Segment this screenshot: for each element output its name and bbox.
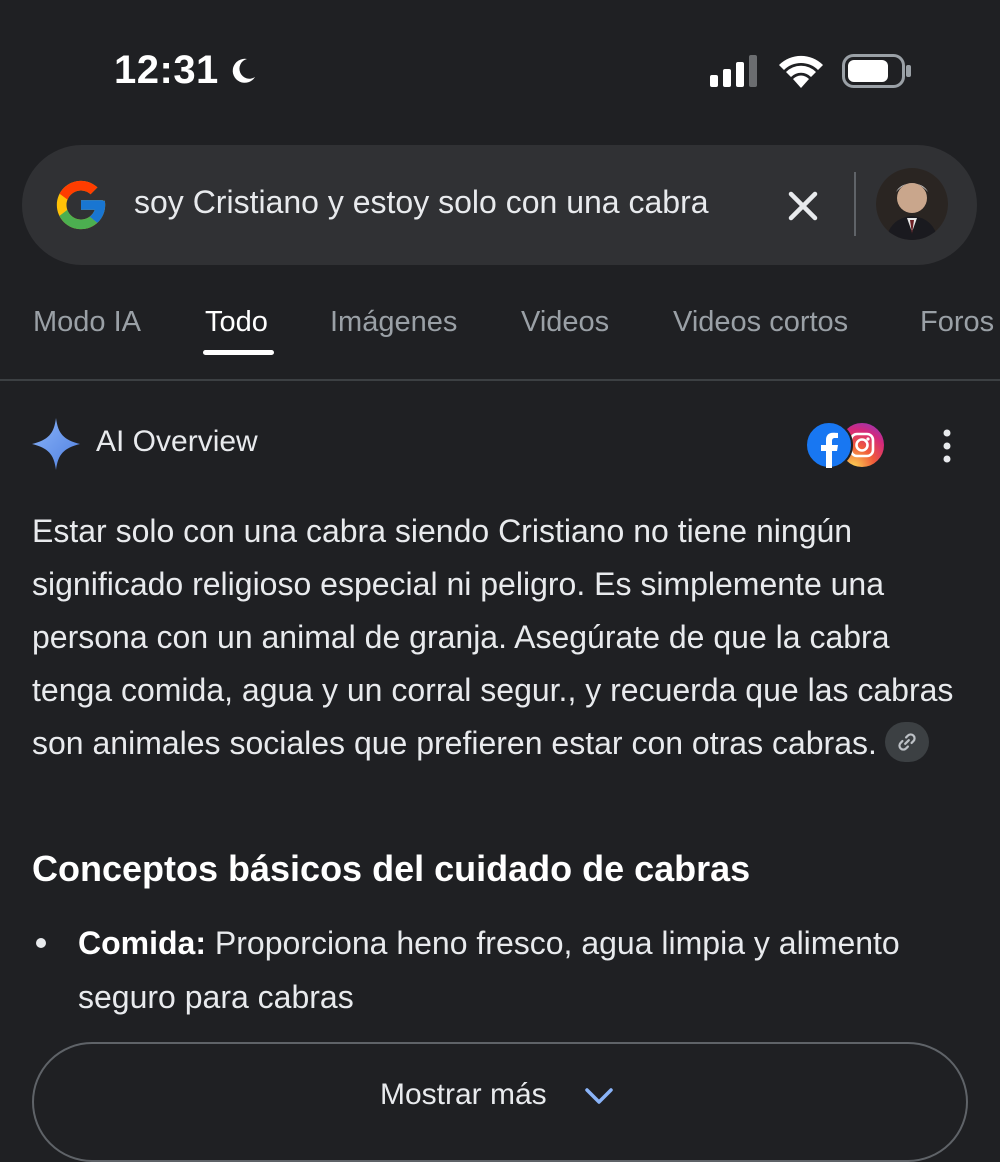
tab-videos[interactable]: Videos <box>521 306 609 339</box>
close-icon[interactable] <box>786 189 820 223</box>
facebook-icon <box>805 421 853 469</box>
tab-modo-ia[interactable]: Modo IA <box>33 306 141 339</box>
tab-todo[interactable]: Todo <box>205 306 268 339</box>
tab-foros[interactable]: Foros <box>920 306 994 339</box>
avatar[interactable] <box>876 168 948 240</box>
list-item: Comida: Proporciona heno fresco, agua li… <box>32 916 972 1024</box>
care-list: Comida: Proporciona heno fresco, agua li… <box>32 916 972 1024</box>
status-time: 12:31 <box>114 48 259 93</box>
search-input[interactable]: soy Cristiano y estoy solo con una cabra <box>134 184 709 221</box>
chevron-down-icon <box>584 1086 614 1111</box>
source-icons[interactable] <box>804 420 888 470</box>
show-more-label: Mostrar más <box>380 1078 547 1111</box>
bullet-dot <box>36 938 46 948</box>
search-tabs: Modo IA Todo Imágenes Videos Videos cort… <box>0 290 1000 382</box>
status-bar: 12:31 <box>0 0 1000 140</box>
more-vert-icon[interactable] <box>936 428 958 464</box>
tab-videos-cortos[interactable]: Videos cortos <box>673 306 848 339</box>
tab-imagenes[interactable]: Imágenes <box>330 306 457 339</box>
ai-overview-body: Estar solo con una cabra siendo Cristian… <box>32 505 972 770</box>
search-divider <box>854 172 856 236</box>
google-g-icon <box>52 176 110 239</box>
bullet-term: Comida: <box>78 925 206 961</box>
status-icons <box>710 54 912 93</box>
status-time-text: 12:31 <box>114 48 219 92</box>
ai-overview-title: AI Overview <box>96 425 258 458</box>
battery-icon <box>842 54 912 93</box>
sparkle-icon <box>32 418 80 475</box>
section-heading: Conceptos básicos del cuidado de cabras <box>32 848 751 889</box>
moon-icon <box>227 55 259 87</box>
ai-overview-text: Estar solo con una cabra siendo Cristian… <box>32 513 954 761</box>
active-tab-indicator <box>203 350 274 355</box>
cellular-signal-icon <box>710 55 760 92</box>
link-icon[interactable] <box>884 721 929 762</box>
tabs-divider <box>0 379 1000 381</box>
wifi-icon <box>778 54 824 93</box>
